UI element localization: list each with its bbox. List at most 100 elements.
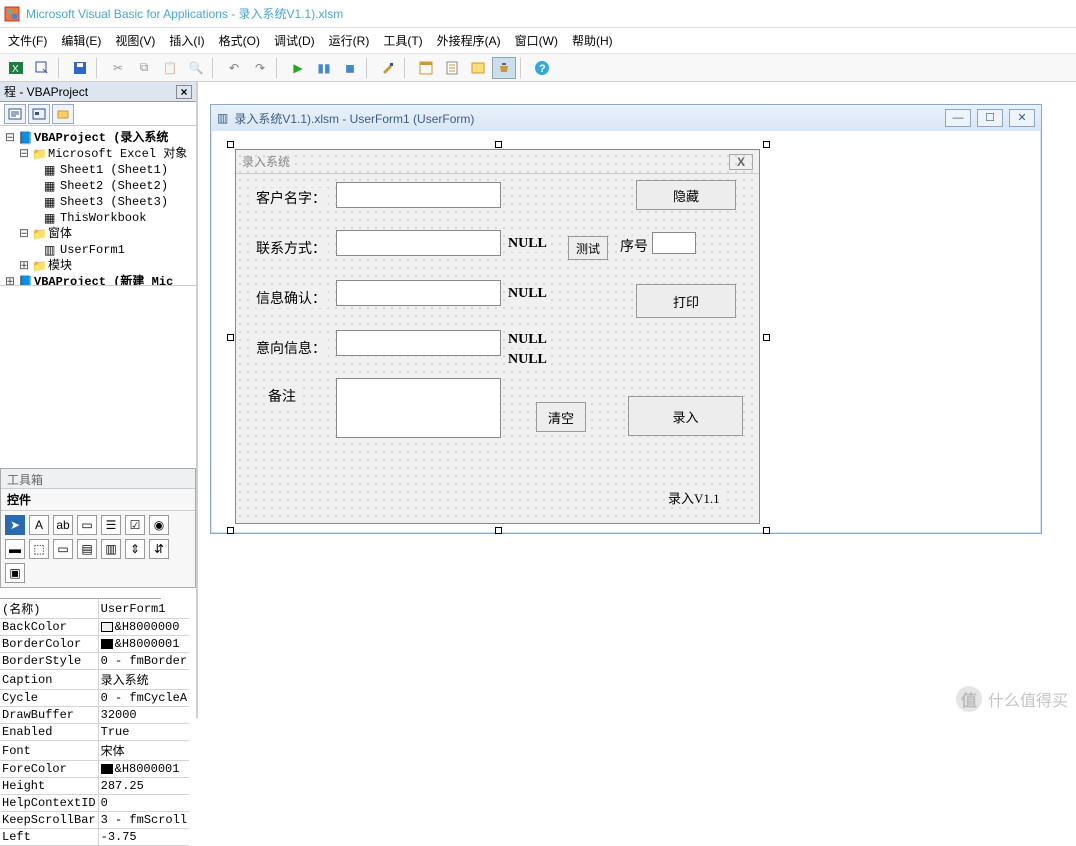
menu-view[interactable]: 视图(V): [115, 32, 155, 49]
toolbar: X ✂ ⧉ 📋 🔍 ↶ ↷ ▶ ▮▮ ◼ ?: [0, 54, 1076, 82]
properties-icon[interactable]: [440, 57, 464, 79]
optionbutton-tool-icon[interactable]: ◉: [149, 515, 169, 535]
scrollbar-tool-icon[interactable]: ⇕: [125, 539, 145, 559]
menu-tools[interactable]: 工具(T): [383, 32, 422, 49]
button-test[interactable]: 测试: [568, 236, 608, 260]
frame-tool-icon[interactable]: ⬚: [29, 539, 49, 559]
left-column: 程 - VBAProject × ⊟📘VBAProject (录入系统 ⊟📁Mi…: [0, 82, 196, 718]
label-null-1[interactable]: NULL: [508, 236, 547, 252]
userform-canvas[interactable]: 录入系统 X 客户名字： 联系方式： NULL 信息确认： NULL 意向信息：…: [235, 149, 760, 524]
close-button[interactable]: ✕: [1009, 109, 1035, 127]
help-icon[interactable]: ?: [530, 57, 554, 79]
button-clear[interactable]: 清空: [536, 402, 586, 432]
toolbox-title: 工具箱: [1, 469, 195, 489]
project-tree[interactable]: ⊟📘VBAProject (录入系统 ⊟📁Microsoft Excel 对象 …: [0, 126, 196, 286]
mdi-client-area: ▥ 录入系统V1.1).xlsm - UserForm1 (UserForm) …: [196, 82, 1076, 718]
label-confirm[interactable]: 信息确认：: [254, 288, 328, 308]
design-mode-icon[interactable]: [376, 57, 400, 79]
redo-icon[interactable]: ↷: [248, 57, 272, 79]
menu-window[interactable]: 窗口(W): [515, 32, 558, 49]
form-designer-titlebar[interactable]: ▥ 录入系统V1.1).xlsm - UserForm1 (UserForm) …: [211, 105, 1041, 131]
checkbox-tool-icon[interactable]: ☑: [125, 515, 145, 535]
undo-icon[interactable]: ↶: [222, 57, 246, 79]
label-version[interactable]: 录入V1.1: [666, 488, 722, 507]
pointer-tool-icon[interactable]: ➤: [5, 515, 25, 535]
minimize-button[interactable]: —: [945, 109, 971, 127]
form-designer-title: 录入系统V1.1).xlsm - UserForm1 (UserForm): [234, 110, 474, 127]
break-icon[interactable]: ▮▮: [312, 57, 336, 79]
listbox-tool-icon[interactable]: ☰: [101, 515, 121, 535]
multipage-tool-icon[interactable]: ▥: [101, 539, 121, 559]
button-hide[interactable]: 隐藏: [636, 180, 736, 210]
combobox-tool-icon[interactable]: ▭: [77, 515, 97, 535]
tabstrip-tool-icon[interactable]: ▤: [77, 539, 97, 559]
copy-icon[interactable]: ⧉: [132, 57, 156, 79]
vba-app-icon: [4, 6, 20, 22]
togglebutton-tool-icon[interactable]: ▬: [5, 539, 25, 559]
watermark-text: 什么值得买: [988, 687, 1068, 711]
spinbutton-tool-icon[interactable]: ⇵: [149, 539, 169, 559]
form-designer-window[interactable]: ▥ 录入系统V1.1).xlsm - UserForm1 (UserForm) …: [210, 104, 1042, 534]
userform-close-icon[interactable]: X: [729, 154, 753, 170]
sheet-icon: ▦: [44, 179, 58, 193]
label-null-4[interactable]: NULL: [508, 352, 547, 368]
sheet-icon: ▦: [44, 163, 58, 177]
label-tool-icon[interactable]: A: [29, 515, 49, 535]
maximize-button[interactable]: ☐: [977, 109, 1003, 127]
watermark: 值 什么值得买: [956, 686, 1068, 712]
button-enter[interactable]: 录入: [628, 396, 743, 436]
paste-icon[interactable]: 📋: [158, 57, 182, 79]
menu-debug[interactable]: 调试(D): [274, 32, 315, 49]
textbox-contact[interactable]: [336, 230, 501, 256]
label-null-3[interactable]: NULL: [508, 332, 547, 348]
textbox-intent[interactable]: [336, 330, 501, 356]
textbox-seq[interactable]: [652, 232, 696, 254]
label-seq[interactable]: 序号: [618, 236, 650, 256]
textbox-note[interactable]: [336, 378, 501, 438]
toolbox-tab-controls[interactable]: 控件: [1, 489, 195, 511]
folder-icon: 📁: [32, 147, 46, 161]
app-titlebar: Microsoft Visual Basic for Applications …: [0, 0, 1076, 28]
project-explorer-icon[interactable]: [414, 57, 438, 79]
menu-help[interactable]: 帮助(H): [572, 32, 613, 49]
textbox-confirm[interactable]: [336, 280, 501, 306]
userform-caption: 录入系统: [242, 153, 290, 170]
svg-text:X: X: [12, 64, 19, 75]
cut-icon[interactable]: ✂: [106, 57, 130, 79]
properties-panel[interactable]: (名称)UserForm1 BackColor&H8000000 BorderC…: [0, 598, 161, 718]
view-code-icon[interactable]: [4, 104, 26, 124]
run-icon[interactable]: ▶: [286, 57, 310, 79]
app-title: Microsoft Visual Basic for Applications …: [26, 5, 343, 22]
project-panel-header: 程 - VBAProject ×: [0, 82, 196, 102]
commandbutton-tool-icon[interactable]: ▭: [53, 539, 73, 559]
menu-addins[interactable]: 外接程序(A): [437, 32, 501, 49]
menu-run[interactable]: 运行(R): [329, 32, 370, 49]
reset-icon[interactable]: ◼: [338, 57, 362, 79]
insert-object-icon[interactable]: [30, 57, 54, 79]
label-intent[interactable]: 意向信息：: [254, 338, 328, 358]
menu-file[interactable]: 文件(F): [8, 32, 47, 49]
menu-insert[interactable]: 插入(I): [169, 32, 204, 49]
project-icon: 📘: [18, 131, 32, 145]
image-tool-icon[interactable]: ▣: [5, 563, 25, 583]
svg-text:?: ?: [539, 63, 546, 75]
label-customer-name[interactable]: 客户名字：: [254, 188, 328, 208]
object-browser-icon[interactable]: [466, 57, 490, 79]
sheet-icon: ▦: [44, 195, 58, 209]
save-icon[interactable]: [68, 57, 92, 79]
form-selection[interactable]: 录入系统 X 客户名字： 联系方式： NULL 信息确认： NULL 意向信息：…: [231, 145, 766, 530]
label-contact[interactable]: 联系方式：: [254, 238, 328, 258]
menu-edit[interactable]: 编辑(E): [61, 32, 101, 49]
view-object-icon[interactable]: [28, 104, 50, 124]
textbox-customer-name[interactable]: [336, 182, 501, 208]
label-null-2[interactable]: NULL: [508, 286, 547, 302]
label-note[interactable]: 备注: [266, 386, 298, 406]
excel-icon[interactable]: X: [4, 57, 28, 79]
find-icon[interactable]: 🔍: [184, 57, 208, 79]
menu-format[interactable]: 格式(O): [219, 32, 260, 49]
toggle-folders-icon[interactable]: [52, 104, 74, 124]
toolbox-icon[interactable]: [492, 57, 516, 79]
textbox-tool-icon[interactable]: ab: [53, 515, 73, 535]
project-panel-close-icon[interactable]: ×: [176, 85, 192, 99]
button-print[interactable]: 打印: [636, 284, 736, 318]
